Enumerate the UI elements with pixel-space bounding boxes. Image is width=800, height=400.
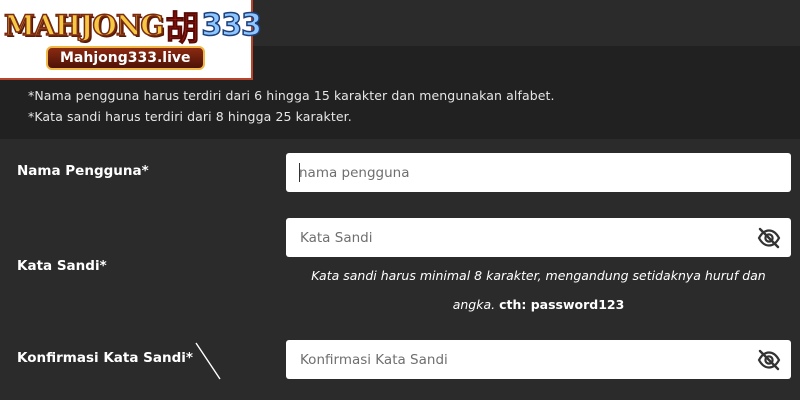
eye-slash-icon[interactable] xyxy=(757,349,781,371)
brand-character: 胡 xyxy=(165,8,200,49)
password-label: Kata Sandi* xyxy=(17,258,107,274)
password-hint-example: cth: password123 xyxy=(499,297,625,312)
text-caret xyxy=(299,163,300,182)
password-field-wrapper xyxy=(286,218,791,257)
username-label: Nama Pengguna* xyxy=(17,163,149,179)
brand-wordmark: MAHJONG 胡 333 xyxy=(3,6,262,49)
confirm-password-input[interactable] xyxy=(286,340,791,379)
username-input[interactable] xyxy=(286,153,791,192)
confirm-password-field-wrapper xyxy=(286,340,791,379)
confirm-password-label: Konfirmasi Kata Sandi* xyxy=(17,350,193,366)
brand-number: 333 xyxy=(201,7,263,44)
username-rule-text: *Nama pengguna harus terdiri dari 6 hing… xyxy=(28,88,555,103)
brand-domain-badge: Mahjong333.live xyxy=(46,46,205,70)
brand-prefix: MAHJONG xyxy=(3,8,165,43)
username-field-wrapper xyxy=(286,153,791,192)
site-logo[interactable]: MAHJONG 胡 333 Mahjong333.live xyxy=(0,0,263,80)
password-input[interactable] xyxy=(286,218,791,257)
password-hint: Kata sandi harus minimal 8 karakter, men… xyxy=(292,261,785,319)
decorative-slash xyxy=(195,342,221,380)
eye-slash-icon[interactable] xyxy=(757,227,781,249)
password-rule-text: *Kata sandi harus terdiri dari 8 hingga … xyxy=(28,109,352,124)
